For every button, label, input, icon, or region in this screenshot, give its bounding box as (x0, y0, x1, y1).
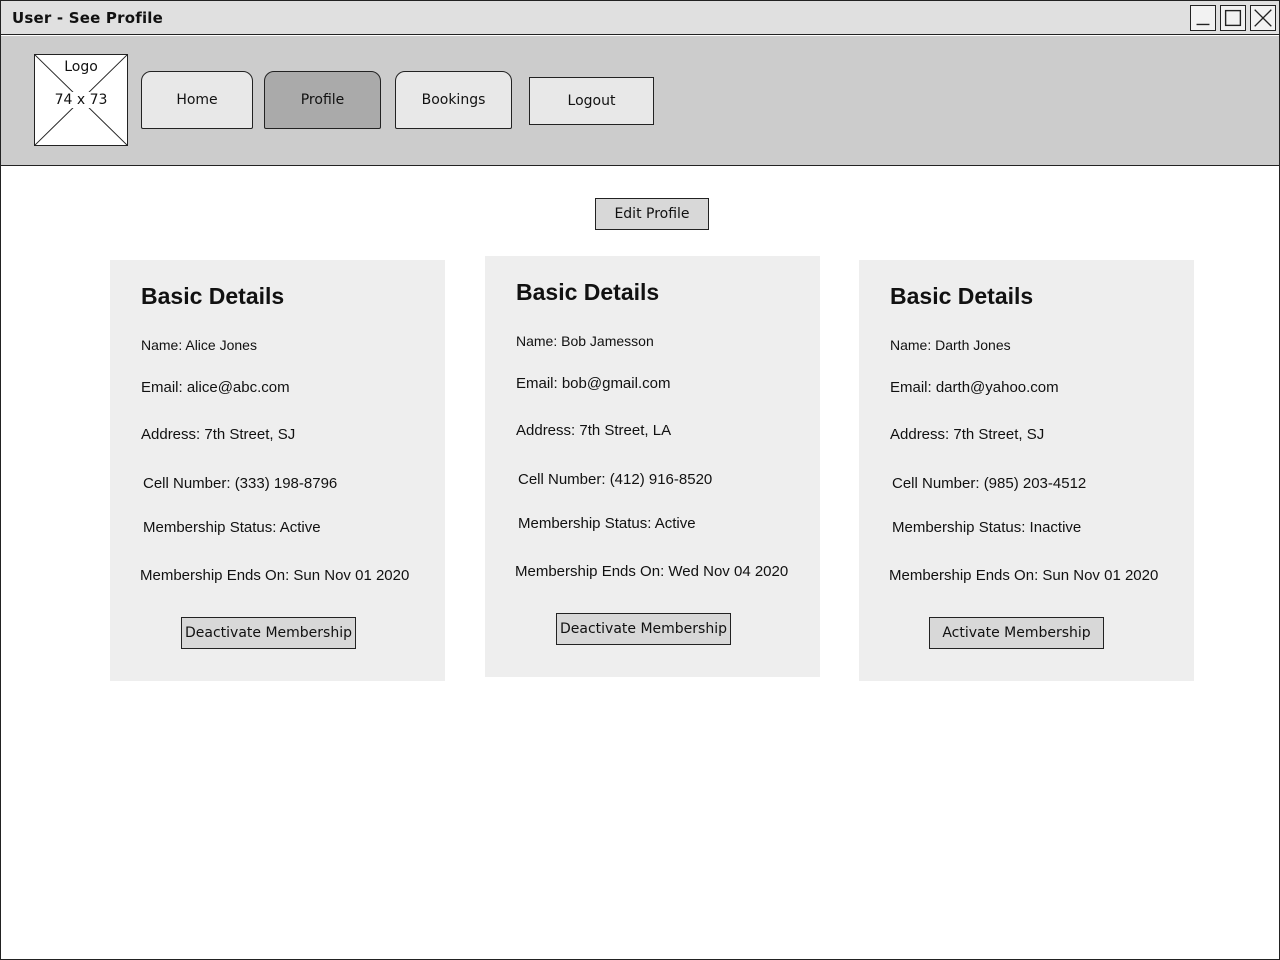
close-button[interactable] (1250, 5, 1276, 31)
cell-number-field: Cell Number: (412) 916-8520 (518, 471, 713, 488)
logo-size-text: 74 x 73 (52, 92, 110, 108)
tab-profile[interactable]: Profile (264, 71, 381, 129)
deactivate-membership-button[interactable]: Deactivate Membership (181, 617, 356, 649)
app-window: User - See Profile Logo 74 x 73 Home Pro… (0, 0, 1280, 960)
title-bar: User - See Profile (1, 1, 1279, 35)
tab-bookings[interactable]: Bookings (395, 71, 512, 129)
name-field: Name: Darth Jones (890, 337, 1011, 353)
membership-status-field: Membership Status: Active (518, 515, 696, 532)
address-field: Address: 7th Street, SJ (890, 426, 1045, 443)
membership-ends-field: Membership Ends On: Sun Nov 01 2020 (140, 567, 410, 584)
deactivate-membership-button[interactable]: Deactivate Membership (556, 613, 731, 645)
email-field: Email: alice@abc.com (141, 379, 290, 396)
activate-membership-button[interactable]: Activate Membership (929, 617, 1104, 649)
profile-card: Basic Details Name: Bob Jamesson Email: … (485, 256, 820, 677)
membership-ends-field: Membership Ends On: Sun Nov 01 2020 (889, 567, 1159, 584)
membership-status-field: Membership Status: Active (143, 519, 321, 536)
cell-number-field: Cell Number: (333) 198-8796 (143, 475, 338, 492)
cell-number-field: Cell Number: (985) 203-4512 (892, 475, 1087, 492)
address-field: Address: 7th Street, SJ (141, 426, 296, 443)
minimize-icon (1196, 23, 1210, 26)
close-icon (1254, 9, 1272, 27)
maximize-icon (1224, 9, 1242, 27)
membership-status-field: Membership Status: Inactive (892, 519, 1082, 536)
maximize-button[interactable] (1220, 5, 1246, 31)
address-field: Address: 7th Street, LA (516, 422, 672, 439)
card-title: Basic Details (141, 283, 285, 309)
profile-card: Basic Details Name: Alice Jones Email: a… (110, 260, 445, 681)
logout-button[interactable]: Logout (529, 77, 654, 125)
logo-placeholder: Logo 74 x 73 (34, 54, 128, 146)
card-title: Basic Details (516, 279, 660, 305)
minimize-button[interactable] (1190, 5, 1216, 31)
card-title: Basic Details (890, 283, 1034, 309)
nav-bar: Logo 74 x 73 Home Profile Bookings Logou… (1, 36, 1279, 166)
email-field: Email: darth@yahoo.com (890, 379, 1059, 396)
name-field: Name: Bob Jamesson (516, 333, 654, 349)
profile-card: Basic Details Name: Darth Jones Email: d… (859, 260, 1194, 681)
membership-ends-field: Membership Ends On: Wed Nov 04 2020 (515, 563, 789, 580)
tab-home[interactable]: Home (141, 71, 253, 129)
edit-profile-button[interactable]: Edit Profile (595, 198, 709, 230)
name-field: Name: Alice Jones (141, 337, 257, 353)
email-field: Email: bob@gmail.com (516, 375, 671, 392)
window-title: User - See Profile (12, 9, 163, 27)
logo-label: Logo (62, 59, 100, 75)
